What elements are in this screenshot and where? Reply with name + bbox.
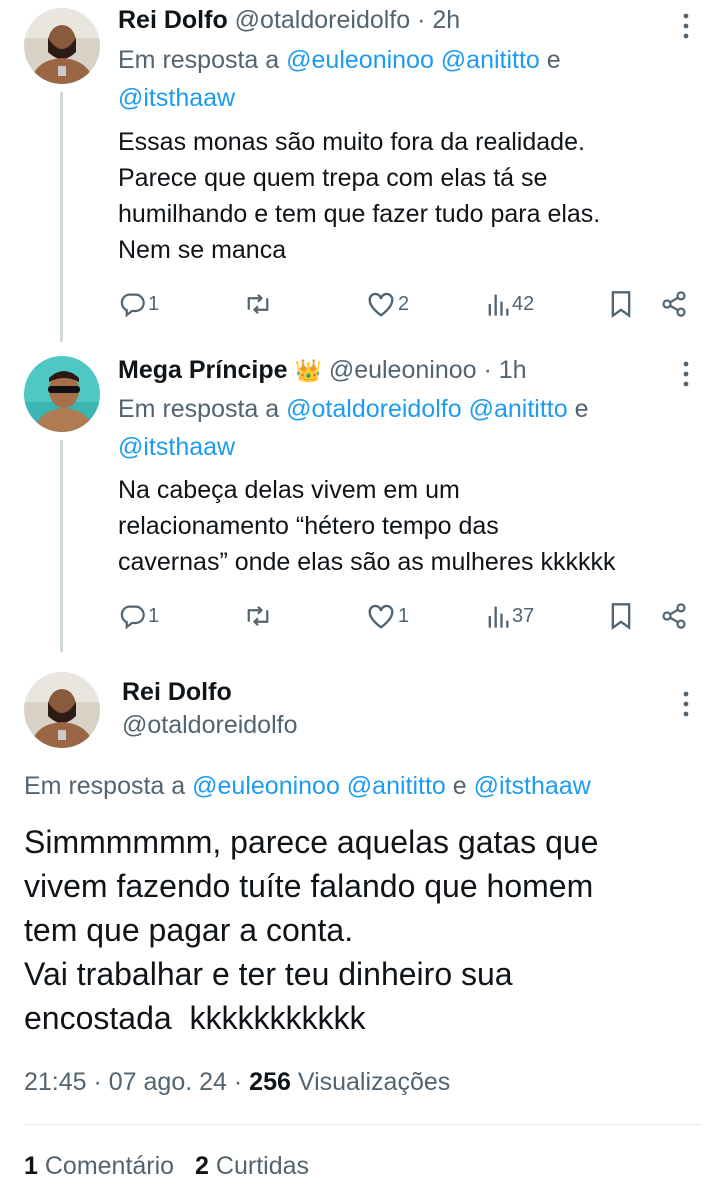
more-icon[interactable] xyxy=(680,360,692,393)
timestamp[interactable]: · 1h xyxy=(483,356,526,384)
views-count: 256 xyxy=(249,1068,291,1096)
views-count: 42 xyxy=(512,292,535,315)
author-name[interactable]: Mega Príncipe xyxy=(118,356,288,384)
thread-line xyxy=(60,440,63,652)
share-icon xyxy=(660,290,688,318)
share-button[interactable] xyxy=(660,290,688,318)
mention-link[interactable]: @euleoninoo @anititto xyxy=(286,46,540,74)
reply-count: 1 xyxy=(148,292,160,315)
thread-line xyxy=(60,92,63,342)
tweet-text: Essas monas são muito fora da realidade.… xyxy=(118,128,601,264)
reply-context: Em resposta a @otaldoreidolfo @anititto … xyxy=(118,395,589,423)
like-button[interactable]: 1 xyxy=(366,602,409,630)
tweet-text: Simmmmmm, parece aquelas gatas que vivem… xyxy=(24,824,599,1036)
like-icon xyxy=(366,290,396,318)
mention-link[interactable]: @itsthaaw xyxy=(118,433,235,462)
mention-link[interactable]: @itsthaaw xyxy=(474,772,591,800)
reply-icon xyxy=(118,290,146,318)
bookmark-button[interactable] xyxy=(610,290,632,318)
reply-button[interactable]: 1 xyxy=(118,602,159,630)
avatar[interactable] xyxy=(24,672,100,748)
views-label: Visualizações xyxy=(297,1068,451,1096)
retweet-button[interactable] xyxy=(243,290,273,318)
more-icon[interactable] xyxy=(680,12,692,45)
crown-emoji: 👑 xyxy=(294,358,322,383)
bookmark-icon xyxy=(610,290,632,318)
avatar[interactable] xyxy=(24,8,100,84)
views-count: 37 xyxy=(512,604,535,627)
bookmark-icon xyxy=(610,602,632,630)
mention-link[interactable]: @otaldoreidolfo @anititto xyxy=(286,395,567,423)
reply-count: 1 xyxy=(148,604,160,627)
engagement-stats: 1 Comentário 2 Curtidas xyxy=(24,1152,309,1181)
retweet-button[interactable] xyxy=(243,602,273,630)
views-button[interactable]: 37 xyxy=(486,602,534,630)
mention-link[interactable]: @itsthaaw xyxy=(118,84,235,113)
views-icon xyxy=(486,290,510,318)
reply-button[interactable]: 1 xyxy=(118,290,159,318)
like-count: 1 xyxy=(398,604,410,627)
like-button[interactable]: 2 xyxy=(366,290,409,318)
divider xyxy=(24,1124,701,1125)
like-icon xyxy=(366,602,396,630)
likes-stat[interactable]: 2 Curtidas xyxy=(195,1152,309,1180)
author-handle[interactable]: @euleoninoo xyxy=(329,356,477,384)
like-count: 2 xyxy=(398,292,410,315)
bookmark-button[interactable] xyxy=(610,602,632,630)
reply-context: Em resposta a @euleoninoo @anititto e @i… xyxy=(24,772,591,800)
share-icon xyxy=(660,602,688,630)
author-name[interactable]: Rei Dolfo xyxy=(118,6,228,34)
views-button[interactable]: 42 xyxy=(486,290,534,318)
retweet-icon xyxy=(243,290,273,318)
views-icon xyxy=(486,602,510,630)
comments-stat[interactable]: 1 Comentário xyxy=(24,1152,181,1180)
timestamp[interactable]: · 2h xyxy=(417,6,460,34)
author-handle[interactable]: @otaldoreidolfo xyxy=(235,6,411,34)
timestamp[interactable]: 21:45 · 07 ago. 24 · xyxy=(24,1068,242,1096)
share-button[interactable] xyxy=(660,602,688,630)
author-name[interactable]: Rei Dolfo xyxy=(122,678,232,707)
reply-icon xyxy=(118,602,146,630)
author-handle[interactable]: @otaldoreidolfo xyxy=(122,711,298,740)
avatar[interactable] xyxy=(24,356,100,432)
reply-context: Em resposta a @euleoninoo @anititto e xyxy=(118,46,561,74)
tweet-text: Na cabeça delas vivem em um relacionamen… xyxy=(118,476,616,576)
tweet-meta: 21:45 · 07 ago. 24 · 256 Visualizações xyxy=(24,1068,450,1097)
more-icon[interactable] xyxy=(680,690,692,723)
retweet-icon xyxy=(243,602,273,630)
mention-link[interactable]: @euleoninoo @anititto xyxy=(192,772,446,800)
